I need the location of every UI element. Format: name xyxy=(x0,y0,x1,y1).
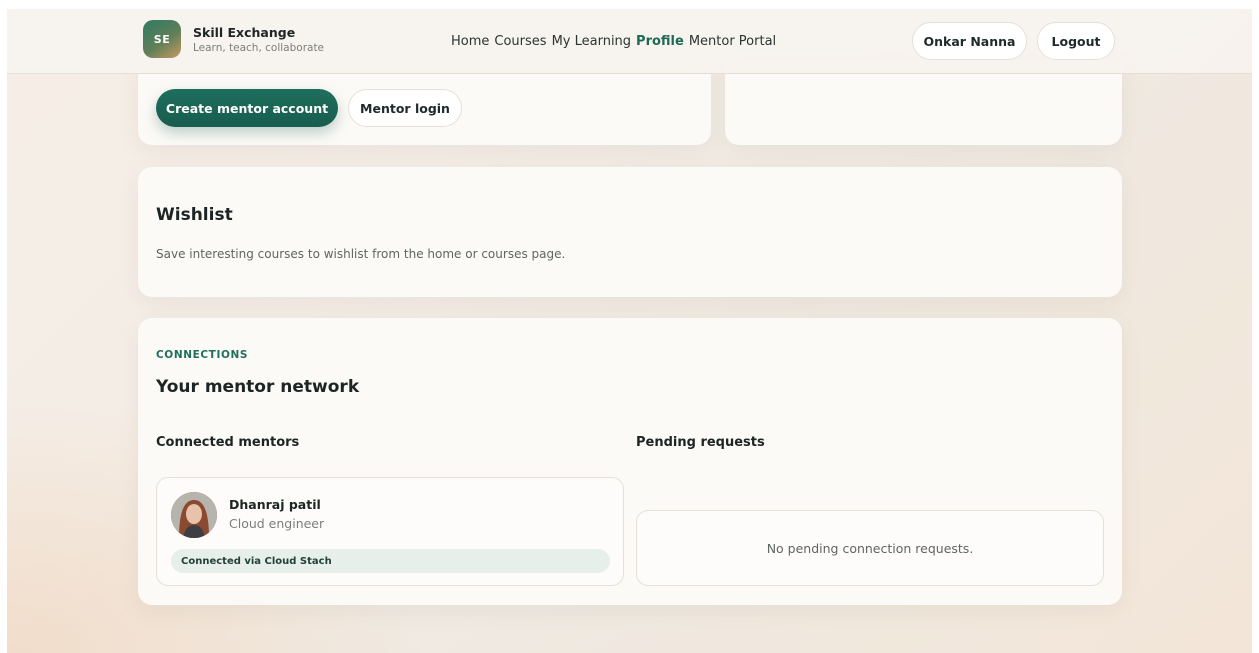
user-profile-button[interactable]: Onkar Nanna xyxy=(912,22,1027,60)
top-navbar: SE Skill Exchange Learn, teach, collabor… xyxy=(7,9,1252,74)
logo-badge[interactable]: SE xyxy=(143,20,181,58)
nav-links: Home Courses My Learning Profile Mentor … xyxy=(451,34,776,49)
brand-title: Skill Exchange xyxy=(193,25,296,40)
connected-mentors-heading: Connected mentors xyxy=(156,435,300,450)
brand-subtitle: Learn, teach, collaborate xyxy=(193,42,325,54)
wishlist-title: Wishlist xyxy=(156,205,233,225)
pending-requests-empty: No pending connection requests. xyxy=(636,510,1104,586)
nav-link-profile[interactable]: Profile xyxy=(636,34,684,49)
nav-link-home[interactable]: Home xyxy=(451,34,489,49)
avatar-portrait xyxy=(171,492,217,538)
connections-title: Your mentor network xyxy=(156,377,360,397)
connections-card: CONNECTIONS Your mentor network Connecte… xyxy=(138,318,1122,605)
mentor-name: Dhanraj patil xyxy=(229,497,321,512)
create-mentor-account-button[interactable]: Create mentor account xyxy=(156,89,338,127)
wishlist-empty-text: Save interesting courses to wishlist fro… xyxy=(156,247,566,261)
mentor-card[interactable]: Dhanraj patil Cloud engineer Connected v… xyxy=(156,477,624,586)
mentor-role: Cloud engineer xyxy=(229,516,325,531)
nav-link-mentor-portal[interactable]: Mentor Portal xyxy=(689,34,776,49)
avatar xyxy=(171,492,217,538)
connection-badge: Connected via Cloud Stach xyxy=(171,549,610,573)
app-frame: SE Skill Exchange Learn, teach, collabor… xyxy=(7,9,1252,653)
connections-eyebrow: CONNECTIONS xyxy=(156,349,249,361)
wishlist-card: Wishlist Save interesting courses to wis… xyxy=(138,167,1122,297)
nav-link-my-learning[interactable]: My Learning xyxy=(552,34,631,49)
pending-requests-heading: Pending requests xyxy=(636,435,765,450)
mentor-login-button[interactable]: Mentor login xyxy=(348,89,462,127)
logout-button[interactable]: Logout xyxy=(1037,22,1115,60)
nav-link-courses[interactable]: Courses xyxy=(494,34,546,49)
